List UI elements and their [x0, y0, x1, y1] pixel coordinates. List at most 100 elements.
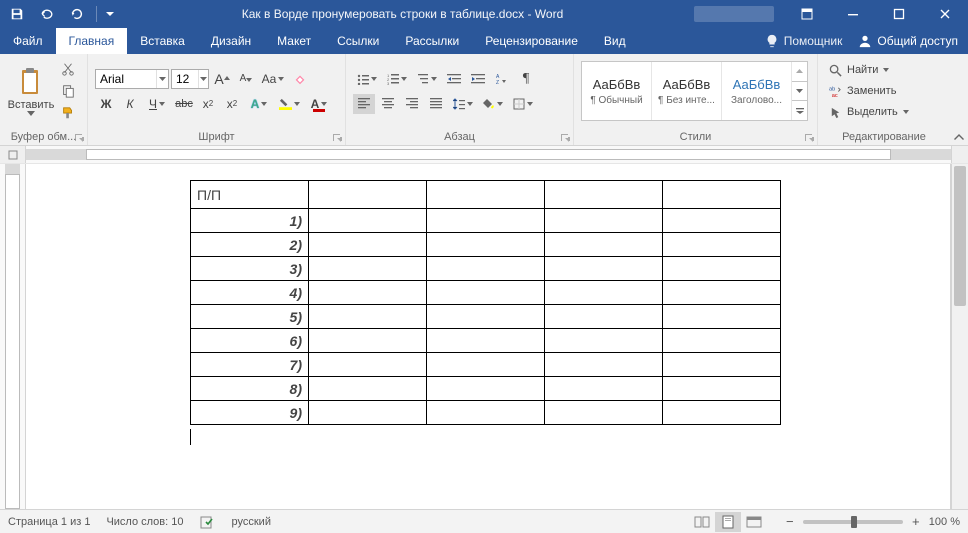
ribbon-options-button[interactable] — [784, 0, 830, 28]
vertical-ruler[interactable] — [0, 164, 26, 509]
clear-formatting-button[interactable] — [289, 69, 311, 89]
cut-button[interactable] — [57, 59, 79, 79]
text-effects-button[interactable]: A — [245, 94, 273, 114]
select-button[interactable]: Выделить — [825, 102, 913, 122]
horizontal-ruler[interactable] — [0, 146, 968, 164]
tab-file[interactable]: Файл — [0, 28, 56, 54]
minimize-button[interactable] — [830, 0, 876, 28]
highlight-button[interactable] — [275, 94, 303, 114]
tab-references[interactable]: Ссылки — [324, 28, 392, 54]
tab-home[interactable]: Главная — [56, 28, 128, 54]
shading-button[interactable] — [479, 94, 507, 114]
read-mode-button[interactable] — [689, 512, 715, 532]
group-clipboard: Вставить Буфер обм... — [0, 54, 88, 145]
tab-design[interactable]: Дизайн — [198, 28, 264, 54]
group-editing: Найти abac Заменить Выделить Редактирова… — [818, 54, 950, 145]
table-cell: 2) — [191, 233, 309, 257]
tab-review[interactable]: Рецензирование — [472, 28, 591, 54]
underline-button[interactable]: Ч — [143, 94, 171, 114]
tab-mailings[interactable]: Рассылки — [392, 28, 472, 54]
page-indicator[interactable]: Страница 1 из 1 — [8, 516, 90, 528]
font-name-combo[interactable] — [95, 69, 169, 89]
maximize-button[interactable] — [876, 0, 922, 28]
multilevel-list-button[interactable] — [413, 69, 441, 89]
gallery-up-button[interactable] — [792, 62, 807, 82]
subscript-button[interactable]: x2 — [197, 94, 219, 114]
align-left-button[interactable] — [353, 94, 375, 114]
zoom-in-button[interactable]: + — [909, 515, 923, 529]
language-indicator[interactable]: русский — [232, 516, 271, 528]
style-normal[interactable]: АаБбВв ¶ Обычный — [582, 62, 652, 120]
align-right-button[interactable] — [401, 94, 423, 114]
change-case-button[interactable]: Aa — [259, 69, 287, 89]
font-size-dropdown[interactable] — [198, 70, 208, 88]
ruler-corner[interactable] — [0, 146, 26, 163]
gallery-more-button[interactable] — [792, 101, 807, 120]
word-count[interactable]: Число слов: 10 — [106, 516, 183, 528]
table-cell — [663, 209, 781, 233]
svg-text:Z: Z — [496, 80, 499, 85]
replace-button[interactable]: abac Заменить — [825, 81, 913, 101]
zoom-level[interactable]: 100 % — [929, 516, 960, 528]
scroll-up-button[interactable] — [951, 146, 968, 163]
collapse-ribbon-button[interactable] — [950, 54, 968, 145]
zoom-slider[interactable] — [803, 520, 903, 524]
tab-layout[interactable]: Макет — [264, 28, 324, 54]
styles-dialog-launcher[interactable] — [804, 133, 814, 143]
document-table[interactable]: П/П 1) 2) 3) 4) 5) 6) 7) 8) 9) — [190, 180, 781, 425]
tab-view[interactable]: Вид — [591, 28, 639, 54]
font-name-dropdown[interactable] — [156, 70, 168, 88]
find-button[interactable]: Найти — [825, 60, 913, 80]
scrollbar-thumb[interactable] — [954, 166, 966, 306]
paste-button[interactable]: Вставить — [7, 58, 55, 124]
qat-customize-button[interactable] — [103, 3, 117, 25]
table-row: 8) — [191, 377, 781, 401]
close-button[interactable] — [922, 0, 968, 28]
redo-button[interactable] — [64, 3, 90, 25]
paragraph-dialog-launcher[interactable] — [560, 133, 570, 143]
numbering-button[interactable]: 123 — [383, 69, 411, 89]
table-cell: 7) — [191, 353, 309, 377]
clipboard-dialog-launcher[interactable] — [74, 133, 84, 143]
align-center-button[interactable] — [377, 94, 399, 114]
borders-button[interactable] — [509, 94, 537, 114]
strikethrough-button[interactable]: abc — [173, 94, 195, 114]
grow-font-button[interactable]: A — [211, 69, 233, 89]
share-button[interactable]: Общий доступ — [858, 34, 958, 48]
gallery-down-button[interactable] — [792, 82, 807, 102]
superscript-button[interactable]: x2 — [221, 94, 243, 114]
bullets-button[interactable] — [353, 69, 381, 89]
style-heading1[interactable]: АаБбВв Заголово... — [722, 62, 792, 120]
shrink-font-button[interactable]: A — [235, 69, 257, 89]
show-marks-button[interactable]: ¶ — [515, 69, 537, 89]
style-nospacing[interactable]: АаБбВв ¶ Без инте... — [652, 62, 722, 120]
vertical-scrollbar[interactable] — [951, 164, 968, 509]
format-painter-button[interactable] — [57, 103, 79, 123]
spellcheck-icon[interactable] — [200, 515, 216, 529]
person-icon — [858, 34, 872, 48]
save-button[interactable] — [4, 3, 30, 25]
font-dialog-launcher[interactable] — [332, 133, 342, 143]
increase-indent-button[interactable] — [467, 69, 489, 89]
qat-separator — [96, 6, 97, 22]
font-name-input[interactable] — [96, 70, 156, 88]
justify-button[interactable] — [425, 94, 447, 114]
tab-insert[interactable]: Вставка — [127, 28, 198, 54]
font-size-combo[interactable] — [171, 69, 209, 89]
sort-button[interactable]: AZ — [491, 69, 513, 89]
line-spacing-button[interactable] — [449, 94, 477, 114]
tell-me-input[interactable]: Помощник — [765, 34, 843, 48]
bold-button[interactable]: Ж — [95, 94, 117, 114]
table-cell — [427, 209, 545, 233]
undo-button[interactable] — [34, 3, 60, 25]
print-layout-button[interactable] — [715, 512, 741, 532]
web-layout-button[interactable] — [741, 512, 767, 532]
font-size-input[interactable] — [172, 70, 198, 88]
font-color-button[interactable]: A — [305, 94, 333, 114]
document-canvas[interactable]: П/П 1) 2) 3) 4) 5) 6) 7) 8) 9) — [26, 164, 951, 509]
copy-button[interactable] — [57, 81, 79, 101]
account-placeholder[interactable] — [694, 6, 774, 22]
zoom-out-button[interactable]: − — [783, 515, 797, 529]
decrease-indent-button[interactable] — [443, 69, 465, 89]
italic-button[interactable]: К — [119, 94, 141, 114]
